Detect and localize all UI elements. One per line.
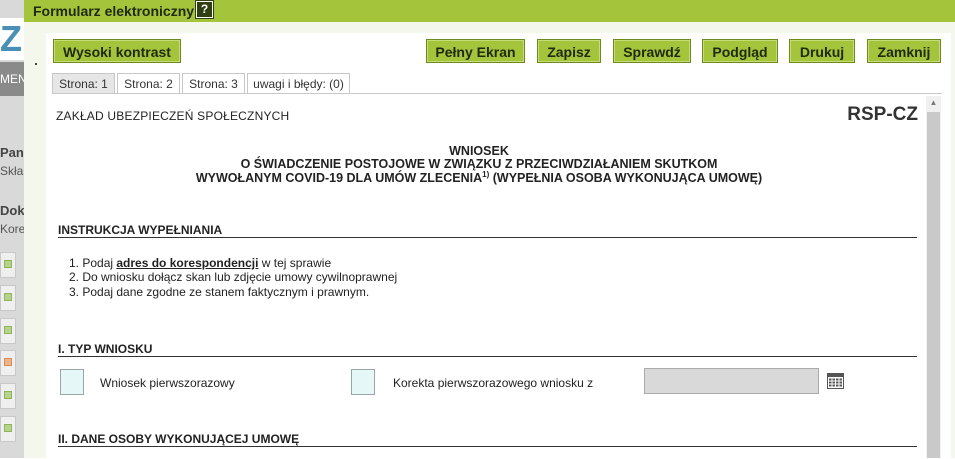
high-contrast-button[interactable]: Wysoki kontrast bbox=[53, 39, 181, 63]
tab-remarks-errors[interactable]: uwagi i błędy: (0) bbox=[247, 73, 350, 93]
background-list-item bbox=[0, 252, 16, 278]
fullscreen-button[interactable]: Pełny Ekran bbox=[426, 39, 525, 63]
instruction-item-1-suffix: w tej sprawie bbox=[258, 256, 332, 270]
background-text: Kore bbox=[0, 222, 26, 236]
tab-page-3[interactable]: Strona: 3 bbox=[182, 73, 245, 93]
background-text: Skła bbox=[0, 164, 24, 178]
form-scrollbar[interactable]: ▲ bbox=[926, 96, 941, 458]
instruction-item-3: 3. Podaj dane zgodne ze stanem faktyczny… bbox=[69, 285, 370, 299]
section-divider bbox=[58, 237, 917, 238]
form-heading-line-3-text: WYWOŁANYM COVID-19 DLA UMÓW ZLECENIA bbox=[195, 171, 483, 186]
tab-page-1[interactable]: Strona: 1 bbox=[52, 73, 115, 93]
form-code: RSP-CZ bbox=[847, 104, 918, 125]
correction-label: Korekta pierwszorazowego wniosku z bbox=[393, 376, 594, 390]
first-application-checkbox[interactable] bbox=[60, 369, 84, 395]
section-1-title: I. TYP WNIOSKU bbox=[58, 342, 153, 356]
section-2-title: II. DANE OSOBY WYKONUJĄCEJ UMOWĘ bbox=[58, 432, 300, 446]
form-heading-line-3-suffix: (WYPEŁNIA OSOBA WYKONUJĄCA UMOWĘ) bbox=[489, 171, 763, 186]
print-button[interactable]: Drukuj bbox=[789, 39, 855, 63]
scroll-thumb[interactable] bbox=[927, 112, 940, 458]
help-icon[interactable]: ? bbox=[196, 1, 213, 18]
dialog-frame bbox=[951, 22, 955, 458]
form-heading-line-2: O ŚWIADCZENIE POSTOJOWE W ZWIĄZKU Z PRZE… bbox=[240, 157, 718, 171]
instruction-item-2: 2. Do wniosku dołącz skan lub zdjęcie um… bbox=[69, 270, 398, 284]
correction-checkbox[interactable] bbox=[351, 369, 375, 395]
dialog-title: Formularz elektroniczny bbox=[33, 3, 195, 19]
electronic-form-dialog: Formularz elektroniczny ? Wysoki kontras… bbox=[24, 0, 955, 459]
dialog-frame bbox=[24, 22, 955, 33]
background-list-item bbox=[0, 318, 16, 344]
background-list-item bbox=[0, 350, 16, 376]
correction-date-field[interactable] bbox=[644, 368, 819, 394]
section-divider bbox=[58, 446, 917, 447]
form-heading-line-3: WYWOŁANYM COVID-19 DLA UMÓW ZLECENIA1) (… bbox=[84, 170, 874, 185]
check-button[interactable]: Sprawdź bbox=[613, 39, 691, 63]
form-heading-line-1: WNIOSEK bbox=[449, 144, 509, 158]
instruction-item-1-prefix: 1. Podaj bbox=[69, 256, 117, 270]
background-text: Dok bbox=[0, 203, 25, 218]
dialog-titlebar: Formularz elektroniczny ? bbox=[24, 0, 955, 22]
calendar-icon[interactable] bbox=[827, 373, 844, 389]
dialog-frame bbox=[24, 22, 46, 458]
scroll-up-arrow-icon[interactable]: ▲ bbox=[926, 96, 941, 110]
background-list-item bbox=[0, 383, 16, 409]
background-text: Pan bbox=[0, 145, 24, 160]
background-list-item bbox=[0, 285, 16, 311]
institution-name: ZAKŁAD UBEZPIECZEŃ SPOŁECZNYCH bbox=[56, 109, 290, 123]
close-button[interactable]: Zamknij bbox=[867, 39, 941, 63]
preview-button[interactable]: Podgląd bbox=[702, 39, 778, 63]
first-application-label: Wniosek pierwszorazowy bbox=[100, 376, 235, 390]
background-list-item bbox=[0, 416, 16, 442]
tab-page-2[interactable]: Strona: 2 bbox=[117, 73, 180, 93]
instruction-item-1: 1. Podaj adres do korespondencji w tej s… bbox=[69, 256, 331, 270]
decorative-dot bbox=[35, 63, 37, 65]
instruction-item-1-emphasis: adres do korespondencji bbox=[116, 256, 259, 270]
instructions-title: INSTRUKCJA WYPEŁNIANIA bbox=[58, 223, 223, 237]
save-button[interactable]: Zapisz bbox=[537, 39, 601, 63]
section-divider bbox=[58, 356, 917, 357]
